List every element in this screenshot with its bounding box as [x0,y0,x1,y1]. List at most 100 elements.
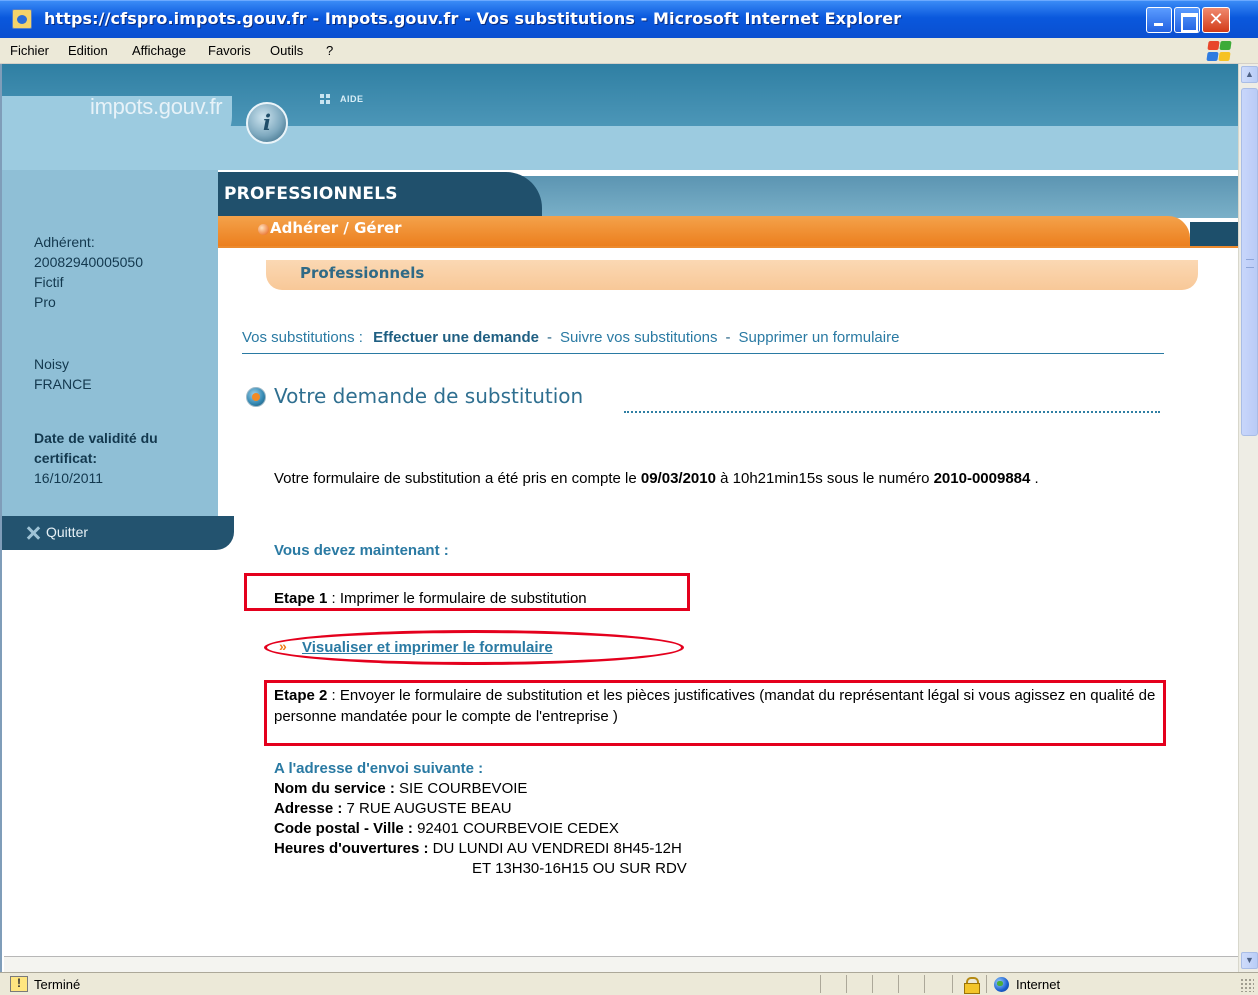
page-viewport: impots.gouv.fr i AIDE PROFESSIONNELS Adh… [0,64,1238,972]
breadcrumb-suivre-link[interactable]: Suivre vos substitutions [560,329,718,346]
page-title: Votre demande de substitution [274,384,584,408]
confirm-date: 09/03/2010 [640,470,716,487]
header-wave [2,96,1238,170]
confirm-number: 2010-0009884 [933,470,1031,487]
address-hours-2: ET 13H30-16H15 OU SUR RDV [472,860,687,877]
address-value: 7 RUE AUGUSTE BEAU [342,800,512,817]
breadcrumb-underline [242,353,1164,354]
menu-favoris[interactable]: Favoris [208,43,251,58]
menu-edition[interactable]: Edition [68,43,108,58]
service-value: SIE COURBEVOIE [394,780,528,797]
scroll-thumb[interactable] [1241,88,1258,436]
sidebar-city: Noisy [34,356,70,372]
breadcrumb-prefix: Vos substitutions : [242,329,363,346]
address-heading: A l'adresse d'envoi suivante : [274,760,484,777]
sidebar-validity-label-1: Date de validité du [34,430,158,446]
maximize-icon [1175,8,1199,32]
nav-bullet-icon [258,224,269,235]
nav-adherer-gerer[interactable]: Adhérer / Gérer [270,219,402,237]
confirmation-text: Votre formulaire de substitution a été p… [274,468,1154,489]
step1-text: Etape 1 : Imprimer le formulaire de subs… [274,590,587,607]
vertical-scrollbar[interactable]: ▲ ▼ [1238,64,1258,972]
minimize-icon [1147,8,1171,32]
sidebar-name-line2: Pro [34,294,56,310]
step2-text: Etape 2 : Envoyer le formulaire de subst… [274,685,1166,727]
maximize-button[interactable] [1174,7,1200,33]
section-title: PROFESSIONNELS [224,184,398,204]
close-button[interactable]: ✕ [1202,7,1230,33]
security-zone[interactable]: Internet [1016,977,1060,992]
site-logo-icon[interactable]: i [246,102,288,144]
confirm-end: . [1030,470,1039,487]
scroll-down-icon[interactable]: ▼ [1241,952,1258,969]
service-label: Nom du service : [274,780,395,797]
sidebar-adherent-number: 20082940005050 [34,254,144,270]
address-hours: Heures d'ouvertures : DU LUNDI AU VENDRE… [274,840,682,857]
window-title: https://cfspro.impots.gouv.fr - Impots.g… [44,9,902,28]
status-divider [846,975,847,993]
sidebar-validity-label-2: certificat: [34,450,98,466]
status-divider [898,975,899,993]
quit-icon[interactable] [26,526,40,540]
menu-fichier[interactable]: Fichier [10,43,49,58]
step1-label: Etape 1 [274,590,328,607]
confirm-time: à 10h21min15s sous le numéro [715,470,934,487]
step2-description: : Envoyer le formulaire de substitution … [274,687,1156,725]
postal-label: Code postal - Ville : [274,820,413,837]
logo-letter: i [263,110,271,135]
lock-icon[interactable] [964,977,980,994]
status-text: Terminé [34,977,81,992]
page-bottom-frame [4,956,1238,972]
sidebar-adherent-label: Adhérent: [34,234,95,250]
status-divider [872,975,873,993]
subheader-title: Professionnels [300,264,425,282]
globe-icon [994,977,1009,992]
menu-outils[interactable]: Outils [270,43,303,58]
aide-dots-icon [320,94,330,104]
site-logo-text[interactable]: impots.gouv.fr [90,94,223,120]
status-divider [924,975,925,993]
view-print-form-link[interactable]: Visualiser et imprimer le formulaire [302,639,553,656]
sidebar-country: FRANCE [34,376,92,392]
confirm-text-start: Votre formulaire de substitution a été p… [274,470,641,487]
title-dotted-rule [624,411,1160,413]
scroll-up-icon[interactable]: ▲ [1241,66,1258,83]
status-bar [0,972,1258,995]
step1-description: : Imprimer le formulaire de substitution [327,590,587,607]
nav-underline [218,246,1238,248]
breadcrumb: Vos substitutions : Effectuer une demand… [242,329,899,346]
warning-icon [10,976,28,992]
status-divider [952,975,953,993]
sidebar-validity-date: 16/10/2011 [34,470,104,486]
sidebar-name-line1: Fictif [34,274,64,290]
address-postal: Code postal - Ville : 92401 COURBEVOIE C… [274,820,619,837]
window-titlebar[interactable]: https://cfspro.impots.gouv.fr - Impots.g… [0,0,1258,38]
address-street: Adresse : 7 RUE AUGUSTE BEAU [274,800,512,817]
section-icon [246,387,266,407]
menu-affichage[interactable]: Affichage [132,43,186,58]
hours-label: Heures d'ouvertures : [274,840,429,857]
minimize-button[interactable] [1146,7,1172,33]
nav-bar-corner [1190,222,1238,246]
hours-value-1: DU LUNDI AU VENDREDI 8H45-12H [428,840,682,857]
status-divider [986,975,987,993]
step2-label: Etape 2 [274,687,328,704]
aide-link[interactable]: AIDE [340,94,364,104]
chevron-icon: » [279,638,287,654]
resize-grip-icon[interactable] [1240,978,1254,992]
breadcrumb-separator: - [725,329,731,346]
address-service: Nom du service : SIE COURBEVOIE [274,780,527,797]
instructions-heading: Vous devez maintenant : [274,542,449,559]
menu-help[interactable]: ? [326,43,333,58]
windows-logo-icon [1204,40,1232,62]
quit-link[interactable]: Quitter [46,524,88,540]
breadcrumb-separator: - [546,329,552,346]
breadcrumb-current[interactable]: Effectuer une demande [373,329,539,346]
address-label: Adresse : [274,800,343,817]
ie-page-icon [12,9,32,29]
breadcrumb-supprimer-link[interactable]: Supprimer un formulaire [739,329,900,346]
status-divider [820,975,821,993]
postal-value: 92401 COURBEVOIE CEDEX [412,820,619,837]
close-icon: ✕ [1208,9,1224,30]
menu-bar: Fichier Edition Affichage Favoris Outils… [0,38,1258,64]
